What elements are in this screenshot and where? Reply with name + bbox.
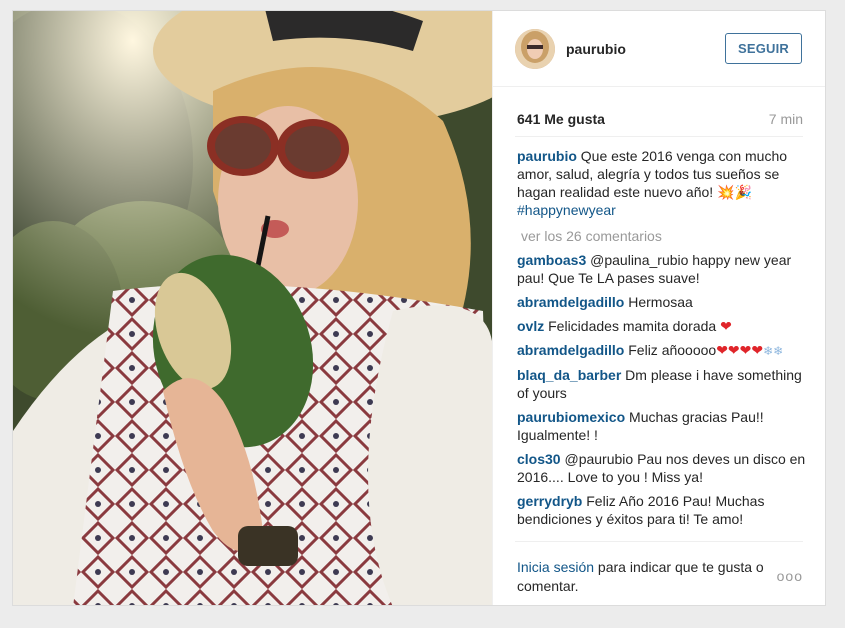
photo-illustration: [13, 11, 492, 605]
divider: [515, 136, 803, 137]
likes-count[interactable]: 641 Me gusta: [517, 111, 605, 127]
list-item: gerrydryb Feliz Año 2016 Pau! Muchas ben…: [517, 492, 807, 528]
post-header: paurubio SEGUIR: [493, 11, 825, 87]
comment-username[interactable]: blaq_da_barber: [517, 367, 621, 383]
post-username[interactable]: paurubio: [566, 41, 626, 57]
comment-username[interactable]: abramdelgadillo: [517, 294, 624, 310]
comments-list[interactable]: paurubio Que este 2016 venga con mucho a…: [517, 147, 807, 547]
caption-username[interactable]: paurubio: [517, 148, 577, 164]
comment-username[interactable]: paurubiomexico: [517, 409, 625, 425]
post-time[interactable]: 7 min: [769, 111, 803, 127]
comment-text: @paurubio Pau nos deves un disco en 2016…: [517, 451, 806, 485]
avatar[interactable]: [515, 29, 555, 69]
more-options-icon[interactable]: ooo: [777, 568, 803, 584]
follow-button[interactable]: SEGUIR: [725, 33, 802, 64]
comment-text: Feliz añooooo: [624, 342, 717, 358]
snowflake-emoji: ❄❄: [763, 344, 784, 358]
caption-hashtag[interactable]: #happynewyear: [517, 201, 807, 219]
list-item: gamboas3 @paulina_rubio happy new year p…: [517, 251, 807, 287]
comment-text: Felicidades mamita dorada: [544, 318, 721, 334]
caption: paurubio Que este 2016 venga con mucho a…: [517, 147, 807, 219]
list-item: ovlz Felicidades mamita dorada ❤: [517, 317, 807, 335]
list-item: paurubiomexico Muchas gracias Pau!! Igua…: [517, 408, 807, 444]
post-details: paurubio SEGUIR 641 Me gusta 7 min pauru…: [492, 11, 825, 605]
list-item: blaq_da_barber Dm please i have somethin…: [517, 366, 807, 402]
post-footer: Inicia sesión para indicar que te gusta …: [515, 541, 803, 605]
list-item: abramdelgadillo Feliz añooooo❤❤❤❤❄❄: [517, 341, 807, 360]
heart-emoji: ❤: [720, 318, 732, 334]
comment-text: Hermosaa: [624, 294, 693, 310]
list-item: abramdelgadillo Hermosaa: [517, 293, 807, 311]
comment-username[interactable]: clos30: [517, 451, 561, 467]
comment-username[interactable]: abramdelgadillo: [517, 342, 624, 358]
comment-username[interactable]: gamboas3: [517, 252, 586, 268]
view-all-comments-link[interactable]: ver los 26 comentarios: [521, 227, 807, 245]
login-prompt: Inicia sesión para indicar que te gusta …: [517, 558, 777, 596]
avatar-image: [515, 29, 555, 69]
heart-emoji: ❤❤❤❤: [716, 342, 764, 358]
post-card: paurubio SEGUIR 641 Me gusta 7 min pauru…: [12, 10, 826, 606]
comment-username[interactable]: gerrydryb: [517, 493, 582, 509]
post-photo[interactable]: [13, 11, 492, 605]
comment-username[interactable]: ovlz: [517, 318, 544, 334]
login-link[interactable]: Inicia sesión: [517, 559, 594, 575]
post-stats: 641 Me gusta 7 min: [515, 111, 803, 131]
list-item: clos30 @paurubio Pau nos deves un disco …: [517, 450, 807, 486]
